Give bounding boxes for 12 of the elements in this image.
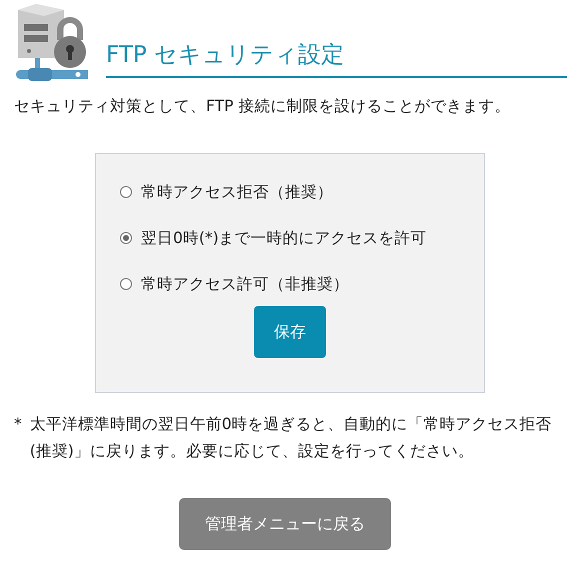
note-mark: * xyxy=(14,414,22,435)
option-label[interactable]: 常時アクセス拒否（推奨） xyxy=(141,182,333,202)
intro-text: セキュリティ対策として、FTP 接続に制限を設けることができます。 xyxy=(14,96,512,117)
radio-button[interactable] xyxy=(120,186,132,198)
option-label[interactable]: 翌日0時(*)まで一時的にアクセスを許可 xyxy=(141,228,427,248)
save-button[interactable]: 保存 xyxy=(254,306,326,358)
radio-button[interactable] xyxy=(120,278,132,290)
radio-button[interactable] xyxy=(120,232,132,244)
option-label[interactable]: 常時アクセス許可（非推奨） xyxy=(141,274,349,294)
note-text: 太平洋標準時間の翌日午前0時を過ぎると、自動的に「常時アクセス拒否(推奨)」に戻ります。必要に応じて、設定を行ってください。 xyxy=(30,414,553,462)
back-button[interactable]: 管理者メニューに戻る xyxy=(179,498,391,550)
page-title: FTP セキュリティ設定 xyxy=(106,42,567,78)
